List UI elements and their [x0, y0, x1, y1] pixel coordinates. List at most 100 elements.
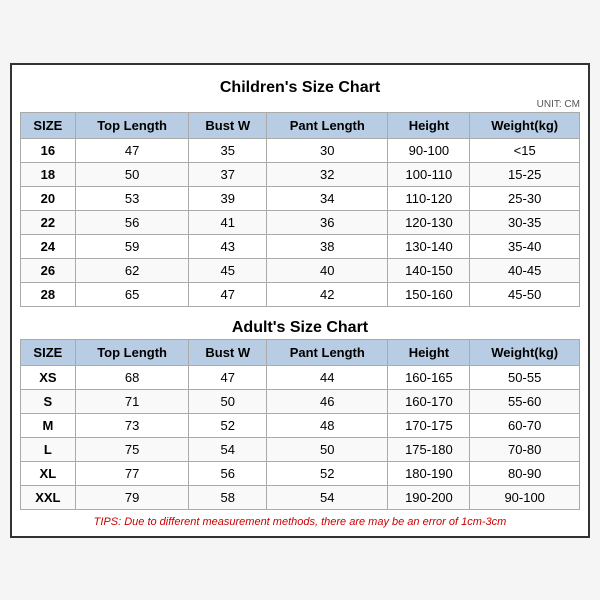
table-cell: 190-200 [388, 485, 470, 509]
table-cell: 28 [21, 282, 76, 306]
children-title: Children's Size Chart [20, 73, 580, 99]
table-cell: XXL [21, 485, 76, 509]
unit-label: UNIT: CM [20, 99, 580, 110]
table-cell: 45 [189, 258, 267, 282]
table-row: 24594338130-14035-40 [21, 234, 580, 258]
table-cell: 20 [21, 186, 76, 210]
adults-title: Adult's Size Chart [20, 313, 580, 339]
table-cell: 30-35 [470, 210, 580, 234]
children-header-row: SIZE Top Length Bust W Pant Length Heigh… [21, 112, 580, 138]
table-cell: 36 [267, 210, 388, 234]
table-cell: 160-165 [388, 365, 470, 389]
table-cell: L [21, 437, 76, 461]
table-cell: 170-175 [388, 413, 470, 437]
table-cell: 35-40 [470, 234, 580, 258]
table-cell: 77 [75, 461, 189, 485]
table-cell: 52 [189, 413, 267, 437]
table-cell: 55-60 [470, 389, 580, 413]
table-cell: 71 [75, 389, 189, 413]
table-cell: 54 [267, 485, 388, 509]
adults-col-weight: Weight(kg) [470, 339, 580, 365]
table-cell: 110-120 [388, 186, 470, 210]
adults-header-row: SIZE Top Length Bust W Pant Length Heigh… [21, 339, 580, 365]
table-cell: 38 [267, 234, 388, 258]
table-row: 28654742150-16045-50 [21, 282, 580, 306]
table-cell: 53 [75, 186, 189, 210]
table-row: XS684744160-16550-55 [21, 365, 580, 389]
table-cell: 79 [75, 485, 189, 509]
table-row: L755450175-18070-80 [21, 437, 580, 461]
table-cell: 100-110 [388, 162, 470, 186]
table-cell: 47 [189, 282, 267, 306]
children-col-bust-w: Bust W [189, 112, 267, 138]
table-cell: 50-55 [470, 365, 580, 389]
table-cell: 150-160 [388, 282, 470, 306]
table-cell: 68 [75, 365, 189, 389]
table-row: 26624540140-15040-45 [21, 258, 580, 282]
table-row: XL775652180-19080-90 [21, 461, 580, 485]
table-cell: 47 [189, 365, 267, 389]
table-cell: 39 [189, 186, 267, 210]
table-row: 1647353090-100<15 [21, 138, 580, 162]
adults-col-size: SIZE [21, 339, 76, 365]
table-cell: 44 [267, 365, 388, 389]
chart-container: Children's Size Chart UNIT: CM SIZE Top … [10, 63, 590, 538]
table-cell: 60-70 [470, 413, 580, 437]
table-cell: 25-30 [470, 186, 580, 210]
table-cell: 30 [267, 138, 388, 162]
table-cell: 22 [21, 210, 76, 234]
table-cell: M [21, 413, 76, 437]
table-cell: 80-90 [470, 461, 580, 485]
table-row: 20533934110-12025-30 [21, 186, 580, 210]
adults-col-pant-length: Pant Length [267, 339, 388, 365]
table-cell: 50 [267, 437, 388, 461]
table-cell: 26 [21, 258, 76, 282]
table-cell: 130-140 [388, 234, 470, 258]
table-cell: XS [21, 365, 76, 389]
table-row: XXL795854190-20090-100 [21, 485, 580, 509]
table-cell: 47 [75, 138, 189, 162]
children-col-pant-length: Pant Length [267, 112, 388, 138]
table-cell: 58 [189, 485, 267, 509]
table-cell: 40-45 [470, 258, 580, 282]
table-cell: 24 [21, 234, 76, 258]
table-cell: 43 [189, 234, 267, 258]
table-cell: 45-50 [470, 282, 580, 306]
table-cell: 90-100 [470, 485, 580, 509]
table-cell: 32 [267, 162, 388, 186]
table-cell: 180-190 [388, 461, 470, 485]
table-row: 18503732100-11015-25 [21, 162, 580, 186]
table-cell: 140-150 [388, 258, 470, 282]
tips-text: TIPS: Due to different measurement metho… [20, 516, 580, 528]
children-col-height: Height [388, 112, 470, 138]
table-cell: 120-130 [388, 210, 470, 234]
table-cell: 41 [189, 210, 267, 234]
table-cell: 16 [21, 138, 76, 162]
table-cell: 65 [75, 282, 189, 306]
table-cell: <15 [470, 138, 580, 162]
table-cell: 73 [75, 413, 189, 437]
table-cell: 40 [267, 258, 388, 282]
table-cell: 37 [189, 162, 267, 186]
children-col-top-length: Top Length [75, 112, 189, 138]
adults-col-top-length: Top Length [75, 339, 189, 365]
adults-col-bust-w: Bust W [189, 339, 267, 365]
children-col-weight: Weight(kg) [470, 112, 580, 138]
table-cell: 34 [267, 186, 388, 210]
table-cell: 50 [189, 389, 267, 413]
table-cell: 15-25 [470, 162, 580, 186]
table-cell: 90-100 [388, 138, 470, 162]
table-cell: 54 [189, 437, 267, 461]
children-col-size: SIZE [21, 112, 76, 138]
table-cell: S [21, 389, 76, 413]
table-cell: 160-170 [388, 389, 470, 413]
table-cell: 56 [189, 461, 267, 485]
table-row: S715046160-17055-60 [21, 389, 580, 413]
table-cell: XL [21, 461, 76, 485]
table-cell: 46 [267, 389, 388, 413]
table-cell: 75 [75, 437, 189, 461]
table-cell: 48 [267, 413, 388, 437]
table-cell: 59 [75, 234, 189, 258]
table-cell: 50 [75, 162, 189, 186]
table-cell: 62 [75, 258, 189, 282]
